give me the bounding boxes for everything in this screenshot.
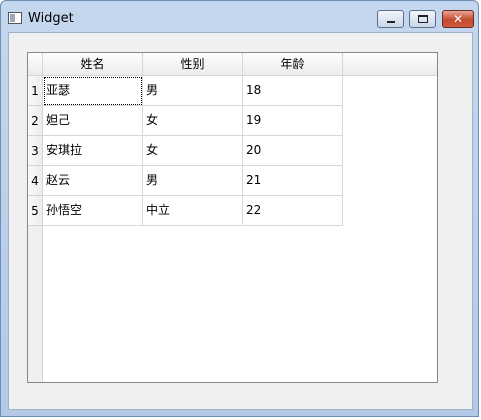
table-cell[interactable]: 亚瑟 bbox=[43, 76, 143, 106]
table-cell[interactable]: 妲己 bbox=[43, 106, 143, 136]
table-cell[interactable]: 19 bbox=[243, 106, 343, 136]
table-cell[interactable]: 孙悟空 bbox=[43, 196, 143, 226]
table-widget[interactable]: 姓名 性别 年龄 1 亚瑟 男 18 2 妲己 女 19 3 安琪拉 女 20 … bbox=[27, 52, 438, 383]
app-window: Widget ✕ 姓名 性别 年龄 1 亚瑟 男 18 2 妲己 女 19 3 … bbox=[0, 0, 479, 417]
row-header[interactable]: 2 bbox=[28, 106, 43, 136]
table-cell[interactable]: 20 bbox=[243, 136, 343, 166]
table-cell[interactable]: 男 bbox=[143, 76, 243, 106]
table-cell[interactable]: 女 bbox=[143, 136, 243, 166]
table-cell[interactable]: 22 bbox=[243, 196, 343, 226]
table-cell[interactable]: 21 bbox=[243, 166, 343, 196]
close-icon: ✕ bbox=[452, 12, 464, 26]
maximize-button[interactable] bbox=[409, 10, 436, 28]
minimize-button[interactable] bbox=[377, 10, 404, 28]
table-cell[interactable]: 安琪拉 bbox=[43, 136, 143, 166]
row-header[interactable]: 4 bbox=[28, 166, 43, 196]
row-header[interactable]: 1 bbox=[28, 76, 43, 106]
row-header[interactable]: 5 bbox=[28, 196, 43, 226]
row-header[interactable]: 3 bbox=[28, 136, 43, 166]
table-cell[interactable]: 18 bbox=[243, 76, 343, 106]
maximize-icon bbox=[418, 15, 428, 23]
table-cell[interactable]: 中立 bbox=[143, 196, 243, 226]
title-bar[interactable]: Widget ✕ bbox=[1, 1, 478, 33]
row-header-filler bbox=[28, 226, 43, 382]
window-title: Widget bbox=[28, 11, 74, 26]
column-header-age[interactable]: 年龄 bbox=[243, 53, 343, 76]
column-header-name[interactable]: 姓名 bbox=[43, 53, 143, 76]
minimize-icon bbox=[387, 21, 395, 23]
table-cell[interactable]: 男 bbox=[143, 166, 243, 196]
close-button[interactable]: ✕ bbox=[442, 10, 474, 28]
table-corner-button[interactable] bbox=[28, 53, 43, 76]
window-icon[interactable] bbox=[8, 12, 22, 24]
column-header-gender[interactable]: 性别 bbox=[143, 53, 243, 76]
table-cell[interactable]: 女 bbox=[143, 106, 243, 136]
table-cell[interactable]: 赵云 bbox=[43, 166, 143, 196]
client-area: 姓名 性别 年龄 1 亚瑟 男 18 2 妲己 女 19 3 安琪拉 女 20 … bbox=[8, 32, 473, 410]
header-filler bbox=[343, 53, 437, 76]
